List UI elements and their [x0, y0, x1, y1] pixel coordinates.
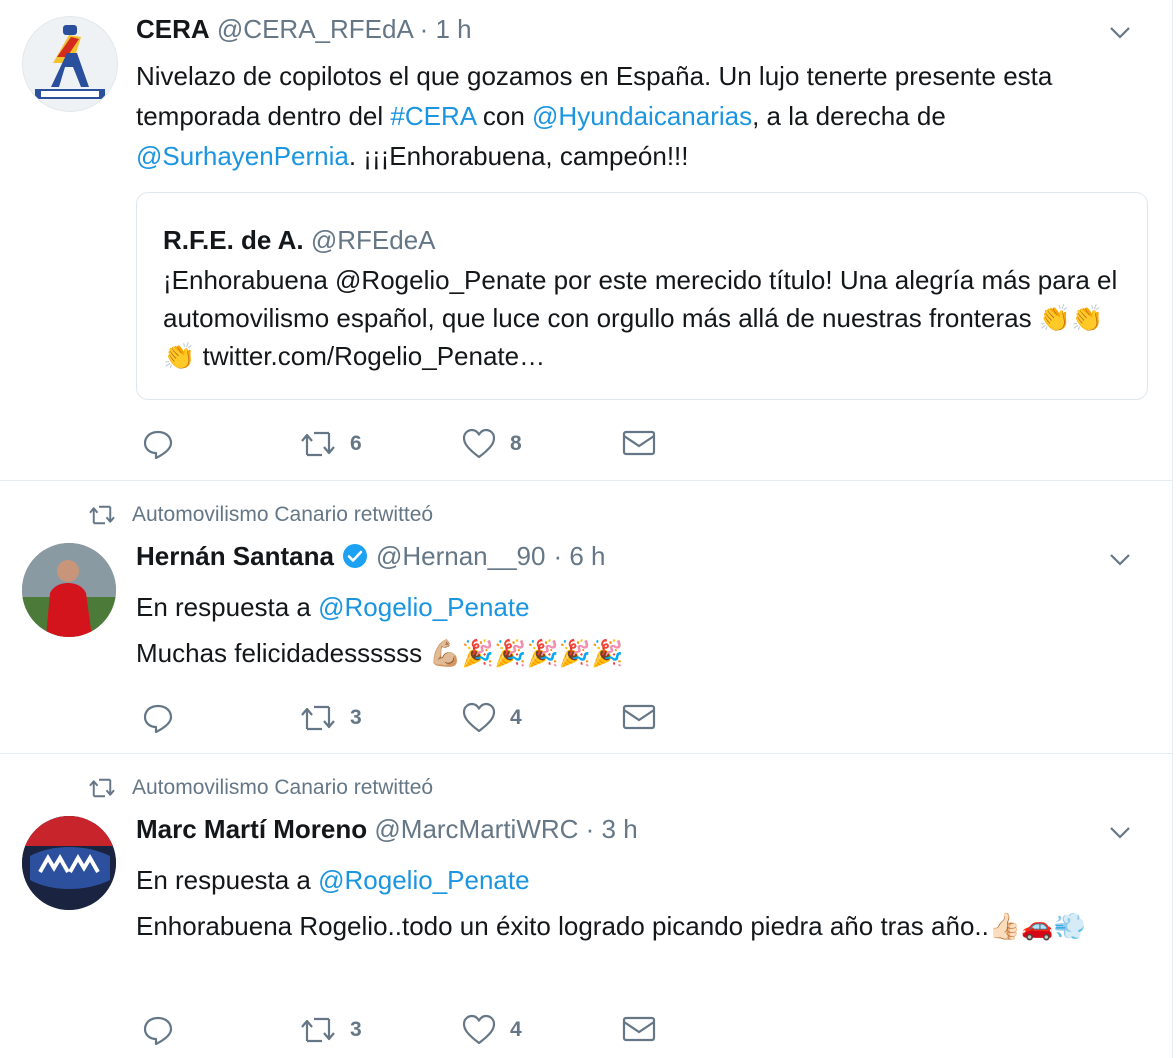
retweet-icon [89, 505, 115, 525]
retweet-icon [301, 431, 335, 457]
hashtag-link[interactable]: #CERA [390, 101, 475, 131]
quoted-text: ¡Enhorabuena @Rogelio_Penate por este me… [163, 261, 1123, 375]
tweet-text-part: Muchas felicidadessssss [136, 638, 430, 668]
chevron-down-icon[interactable] [1108, 820, 1132, 844]
tweet-text-part: Enhorabuena Rogelio..todo un éxito logra… [136, 911, 989, 941]
avatar[interactable] [22, 543, 116, 637]
reply-prefix: En respuesta a [136, 592, 319, 622]
tweet-time[interactable]: · 1 h [420, 14, 472, 44]
like-icon [462, 428, 496, 459]
like-button[interactable]: 4 [462, 1014, 522, 1046]
reply-button[interactable] [142, 1014, 174, 1046]
quoted-author-name: R.F.E. de A. [163, 225, 304, 255]
like-count: 4 [510, 706, 522, 729]
player-photo [22, 543, 116, 637]
retweet-icon [301, 1017, 335, 1043]
author-handle[interactable]: @CERA_RFEdA [217, 14, 412, 44]
reply-icon [143, 430, 173, 460]
retweet-button[interactable]: 3 [300, 702, 362, 734]
retweet-icon [301, 705, 335, 731]
thumbs-car-emoji: 👍🏻🚗💨 [988, 911, 1086, 941]
like-icon [462, 1014, 496, 1045]
retweet-context[interactable]: Automovilismo Canario retwitteó [88, 776, 433, 800]
tweet-text-part: . ¡¡¡Enhorabuena, campeón!!! [348, 141, 689, 171]
avatar[interactable] [22, 16, 118, 112]
message-icon [622, 704, 656, 730]
message-button[interactable] [622, 428, 656, 458]
tweet-cera[interactable]: CERA @CERA_RFEdA · 1 h Nivelazo de copil… [0, 0, 1172, 480]
author-name[interactable]: Marc Martí Moreno [136, 814, 367, 844]
reply-button[interactable] [142, 702, 174, 734]
reply-context: En respuesta a @Rogelio_Penate [136, 860, 1152, 900]
retweet-count: 3 [350, 1018, 362, 1041]
tweet-text: Enhorabuena Rogelio..todo un éxito logra… [136, 906, 1146, 946]
quoted-text-part: ¡Enhorabuena @Rogelio_Penate por este me… [163, 265, 1118, 333]
retweet-count: 3 [350, 706, 362, 729]
cera-logo [35, 25, 105, 99]
retweet-count: 6 [350, 432, 362, 455]
retweet-button[interactable]: 3 [300, 1014, 362, 1046]
retweeted-by-text: Automovilismo Canario retwitteó [132, 776, 434, 799]
reply-prefix: En respuesta a [136, 865, 319, 895]
chevron-down-icon[interactable] [1108, 20, 1132, 44]
quoted-author-handle: @RFEdeA [310, 225, 436, 255]
quoted-link: twitter.com/Rogelio_Penate… [195, 341, 546, 371]
reply-icon [143, 704, 173, 734]
tweet-time[interactable]: · 3 h [586, 814, 638, 844]
retweet-context[interactable]: Automovilismo Canario retwitteó [88, 503, 433, 527]
chevron-down-icon[interactable] [1108, 547, 1132, 571]
quoted-tweet[interactable]: R.F.E. de A. @RFEdeA ¡Enhorabuena @Rogel… [136, 192, 1148, 400]
tweet-text: Nivelazo de copilotos el que gozamos en … [136, 56, 1136, 176]
message-icon [622, 430, 656, 456]
reply-mention-link[interactable]: @Rogelio_Penate [318, 592, 529, 622]
avatar[interactable] [22, 816, 116, 910]
author-name[interactable]: CERA [136, 14, 210, 44]
mm-logo [22, 816, 116, 910]
reply-context: En respuesta a @Rogelio_Penate [136, 587, 1152, 627]
author-name[interactable]: Hernán Santana [136, 541, 334, 571]
reply-button[interactable] [142, 428, 174, 460]
tweet-hernan[interactable]: Automovilismo Canario retwitteó Hernán S… [0, 481, 1172, 753]
reply-icon [143, 1016, 173, 1046]
like-button[interactable]: 8 [462, 428, 522, 460]
like-icon [462, 702, 496, 733]
timeline-border [1172, 0, 1173, 1058]
mention-link[interactable]: @SurhayenPernia [136, 141, 349, 171]
verified-icon [342, 544, 367, 568]
retweet-button[interactable]: 6 [300, 428, 362, 460]
message-button[interactable] [622, 1014, 656, 1044]
retweeted-by-text: Automovilismo Canario retwitteó [132, 503, 434, 526]
like-button[interactable]: 4 [462, 702, 522, 734]
message-icon [622, 1016, 656, 1042]
tweet-text-part: , a la derecha de [752, 101, 946, 131]
message-button[interactable] [622, 702, 656, 732]
like-count: 4 [510, 1018, 522, 1041]
reply-mention-link[interactable]: @Rogelio_Penate [318, 865, 529, 895]
celebration-emoji: 💪🏼🎉🎉🎉🎉🎉 [429, 638, 624, 668]
tweet-text: Muchas felicidadessssss 💪🏼🎉🎉🎉🎉🎉 [136, 633, 1152, 673]
tweet-text-part: con [475, 101, 533, 131]
author-handle[interactable]: @Hernan__90 [376, 541, 546, 571]
retweet-icon [89, 778, 115, 798]
author-handle[interactable]: @MarcMartiWRC [374, 814, 578, 844]
like-count: 8 [510, 432, 522, 455]
mention-link[interactable]: @Hyundaicanarias [532, 101, 752, 131]
tweet-time[interactable]: · 6 h [553, 541, 605, 571]
tweet-marc[interactable]: Automovilismo Canario retwitteó Marc Mar… [0, 754, 1172, 1058]
